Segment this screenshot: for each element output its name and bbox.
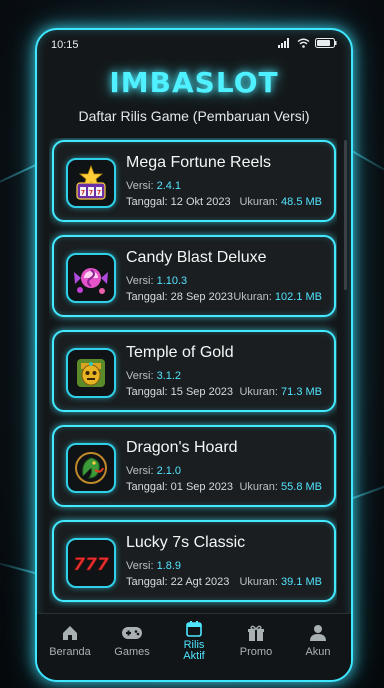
date-value: 15 Sep 2023	[170, 386, 234, 398]
game-name: Lucky 7s Classic	[126, 534, 246, 551]
version-label: Versi:	[126, 370, 154, 382]
home-icon	[63, 626, 77, 640]
game-size: Ukuran: 71.3 MB	[239, 386, 322, 398]
nav-label-2: Aktif	[183, 650, 205, 662]
game-name: Mega Fortune Reels	[126, 154, 271, 171]
game-card[interactable]: 777 Lucky 7s Classic Versi: 1.8.9 Tangga…	[52, 520, 336, 602]
svg-text:7: 7	[97, 190, 101, 197]
battery-icon	[315, 38, 337, 48]
game-date: Tanggal: 28 Sep 2023	[126, 291, 233, 303]
gamepad-icon	[122, 627, 142, 639]
game-date: Tanggal: 15 Sep 2023	[126, 386, 233, 398]
game-version: Versi: 1.8.9	[126, 560, 181, 572]
phone-frame: 10:15 IMBASLOT Daftar Rilis Game (Pembar…	[35, 28, 353, 682]
page-subtitle: Daftar Rilis Game (Pembaruan Versi)	[78, 108, 310, 124]
game-date: Tanggal: 22 Agt 2023	[126, 576, 229, 588]
version-value: 1.10.3	[156, 275, 188, 287]
game-name: Candy Blast Deluxe	[126, 249, 267, 266]
nav-label: Beranda	[49, 646, 91, 658]
scrollbar[interactable]	[344, 140, 347, 290]
game-date: Tanggal: 01 Sep 2023	[126, 481, 233, 493]
game-size: Ukuran: 102.1 MB	[233, 291, 322, 303]
game-card[interactable]: Temple of Gold Versi: 3.1.2 Tanggal: 15 …	[52, 330, 336, 412]
game-size: Ukuran: 48.5 MB	[239, 196, 322, 208]
game-name: Dragon's Hoard	[126, 439, 238, 456]
game-size: Ukuran: 39.1 MB	[239, 576, 322, 588]
version-label: Versi:	[126, 465, 154, 477]
game-card[interactable]: Dragon's Hoard Versi: 2.1.0 Tanggal: 01 …	[52, 425, 336, 507]
user-icon	[310, 625, 326, 641]
nav-item-promo[interactable]: Promo	[225, 622, 287, 658]
nav-item-akun[interactable]: Akun	[287, 622, 349, 658]
version-value: 1.8.9	[156, 560, 182, 572]
release-list[interactable]: 7 7 7 Mega Fortune Reels Versi: 2.4.1 Ta…	[49, 138, 337, 608]
gift-icon	[248, 625, 264, 641]
svg-text:7: 7	[89, 190, 93, 197]
status-bar: 10:15	[37, 30, 351, 56]
size-label: Ukuran:	[239, 386, 278, 398]
date-value: 12 Okt 2023	[170, 196, 231, 208]
candy-icon	[66, 253, 116, 303]
size-value: 102.1 MB	[274, 291, 322, 303]
size-value: 71.3 MB	[281, 386, 322, 398]
game-version: Versi: 2.1.0	[126, 465, 181, 477]
size-label: Ukuran:	[239, 196, 278, 208]
svg-text:777: 777	[73, 555, 109, 575]
app-title: IMBASLOT	[109, 66, 279, 99]
date-label: Tanggal:	[126, 576, 168, 588]
game-size: Ukuran: 55.8 MB	[239, 481, 322, 493]
date-label: Tanggal:	[126, 291, 168, 303]
slot-machine-icon: 7 7 7	[66, 158, 116, 208]
nav-label: Promo	[239, 646, 273, 658]
size-value: 48.5 MB	[281, 196, 322, 208]
date-label: Tanggal:	[126, 196, 168, 208]
game-version: Versi: 2.4.1	[126, 180, 181, 192]
date-value: 22 Agt 2023	[170, 576, 230, 588]
status-icons	[278, 38, 337, 48]
date-label: Tanggal:	[126, 386, 168, 398]
version-value: 2.1.0	[156, 465, 182, 477]
size-label: Ukuran:	[239, 481, 278, 493]
svg-text:7: 7	[81, 190, 85, 197]
status-time: 10:15	[51, 39, 79, 51]
version-label: Versi:	[126, 560, 154, 572]
size-label: Ukuran:	[233, 291, 272, 303]
date-value: 28 Sep 2023	[170, 291, 234, 303]
game-card[interactable]: Candy Blast Deluxe Versi: 1.10.3 Tanggal…	[52, 235, 336, 317]
game-version: Versi: 1.10.3	[126, 275, 187, 287]
version-label: Versi:	[126, 275, 154, 287]
game-date: Tanggal: 12 Okt 2023	[126, 196, 231, 208]
golden-idol-icon	[66, 348, 116, 398]
version-label: Versi:	[126, 180, 154, 192]
bottom-nav: Beranda Games Rilis Aktif Promo Akun	[37, 613, 351, 680]
calendar-icon	[186, 621, 202, 637]
size-value: 55.8 MB	[281, 481, 322, 493]
game-card[interactable]: 7 7 7 Mega Fortune Reels Versi: 2.4.1 Ta…	[52, 140, 336, 222]
signal-icon	[278, 38, 289, 48]
nav-label: Akun	[305, 646, 331, 658]
version-value: 2.4.1	[156, 180, 182, 192]
size-value: 39.1 MB	[281, 576, 322, 588]
nav-item-rilis-aktif[interactable]: Rilis Aktif	[163, 620, 225, 662]
date-label: Tanggal:	[126, 481, 168, 493]
date-value: 01 Sep 2023	[170, 481, 234, 493]
wifi-icon	[297, 38, 310, 48]
lucky-seven-icon: 777	[66, 538, 116, 588]
size-label: Ukuran:	[239, 576, 278, 588]
dragon-icon	[66, 443, 116, 493]
nav-item-beranda[interactable]: Beranda	[39, 622, 101, 658]
game-name: Temple of Gold	[126, 344, 234, 361]
version-value: 3.1.2	[156, 370, 182, 382]
nav-item-games[interactable]: Games	[101, 622, 163, 658]
game-version: Versi: 3.1.2	[126, 370, 181, 382]
nav-label: Games	[114, 646, 150, 658]
